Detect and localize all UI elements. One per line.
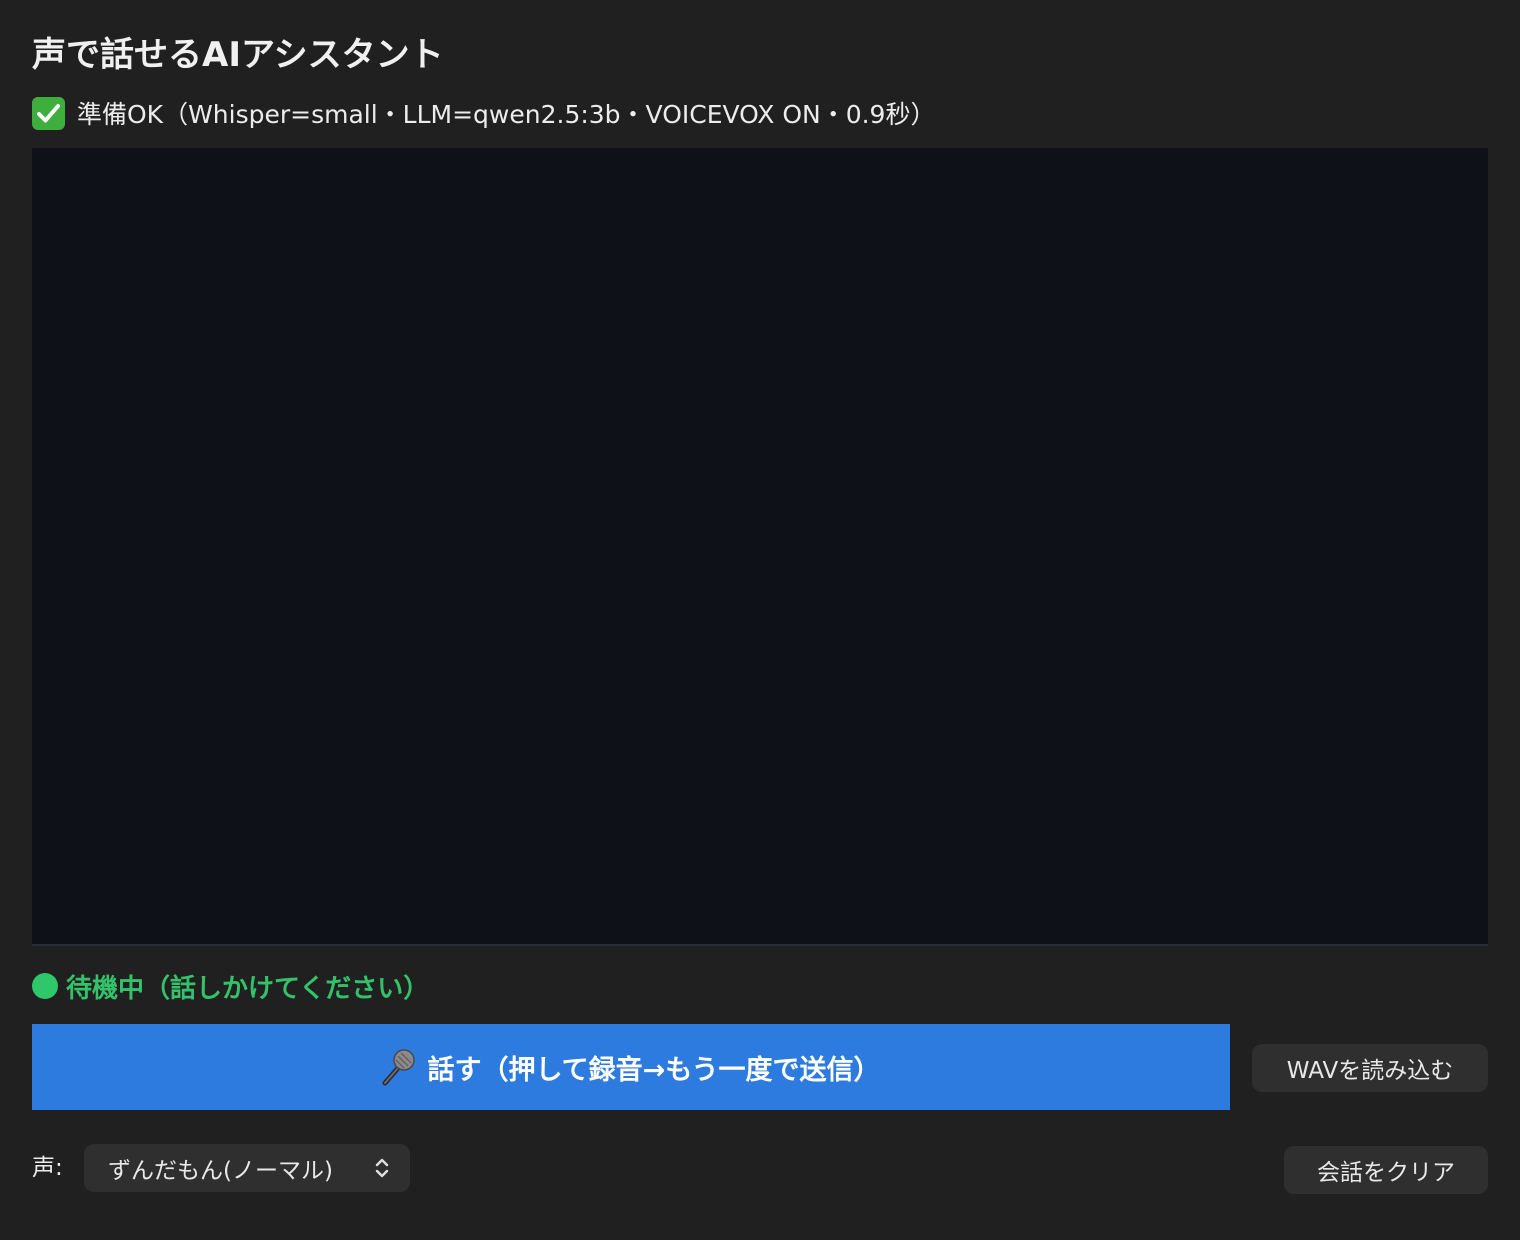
clear-conversation-button[interactable]: 会話をクリア xyxy=(1284,1146,1488,1194)
status-text: 待機中（話しかけてください） xyxy=(66,973,430,1004)
app-window: 声で話せるAIアシスタント 準備OK（Whisper=small・LLM=qwe… xyxy=(0,0,1520,1240)
green-dot-icon xyxy=(32,973,58,999)
readiness-status: 準備OK（Whisper=small・LLM=qwen2.5:3b・VOICEV… xyxy=(32,94,935,132)
readiness-text: 準備OK（Whisper=small・LLM=qwen2.5:3b・VOICEV… xyxy=(77,100,936,129)
talk-button[interactable]: 話す（押して録音→もう一度で送信） xyxy=(32,1024,1230,1110)
microphone-icon xyxy=(381,1047,416,1087)
clear-conversation-label: 会話をクリア xyxy=(1317,1160,1455,1186)
voice-select[interactable]: ずんだもん(ノーマル) xyxy=(84,1144,410,1192)
check-mark-icon xyxy=(32,96,65,130)
load-wav-label: WAVを読み込む xyxy=(1286,1058,1454,1084)
voice-label: 声: xyxy=(32,1155,63,1181)
conversation-area[interactable] xyxy=(32,148,1488,946)
talk-button-label: 話す（押して録音→もう一度で送信） xyxy=(427,1054,881,1086)
load-wav-button[interactable]: WAVを読み込む xyxy=(1252,1044,1488,1092)
listening-status: 待機中（話しかけてください） xyxy=(32,966,429,1006)
chevron-updown-icon xyxy=(374,1156,390,1180)
voice-selected-value: ずんだもん(ノーマル) xyxy=(108,1158,333,1184)
page-title: 声で話せるAIアシスタント xyxy=(32,35,444,75)
